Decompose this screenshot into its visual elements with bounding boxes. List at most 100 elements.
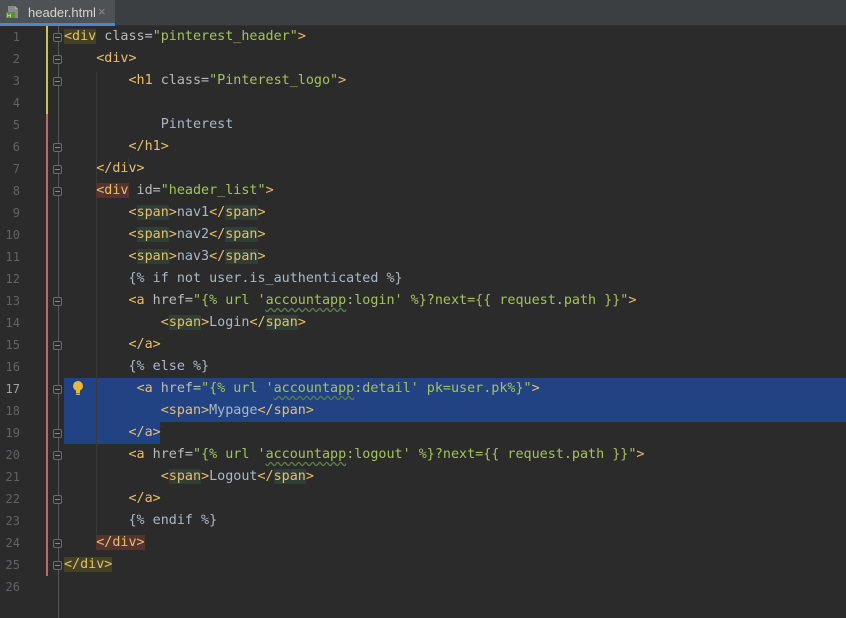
fold-toggle-icon[interactable] bbox=[53, 33, 62, 42]
fold-toggle-icon[interactable] bbox=[53, 429, 62, 438]
tab-header-html[interactable]: H header.html × bbox=[0, 0, 115, 26]
code-line[interactable]: 10 <span>nav2</span> bbox=[0, 224, 846, 246]
code-line[interactable]: 2 <div> bbox=[0, 48, 846, 70]
code-text: Pinterest bbox=[64, 114, 234, 136]
tab-close-icon[interactable]: × bbox=[98, 4, 106, 20]
code-token: > bbox=[168, 227, 177, 242]
line-number: 4 bbox=[12, 96, 20, 110]
code-token: </ bbox=[257, 469, 274, 484]
lightbulb-icon[interactable] bbox=[71, 380, 85, 396]
code-token: id= bbox=[128, 183, 161, 198]
fold-toggle-icon[interactable] bbox=[53, 297, 62, 306]
code-line[interactable]: 15 </a> bbox=[0, 334, 846, 356]
code-line[interactable]: 8 <div id="header_list"> bbox=[0, 180, 846, 202]
code-text: </div> bbox=[64, 554, 113, 576]
code-token: span bbox=[136, 205, 169, 220]
code-line[interactable]: 1 <div class="pinterest_header"> bbox=[0, 26, 846, 48]
code-token: > bbox=[257, 249, 266, 264]
fold-toggle-icon[interactable] bbox=[53, 561, 62, 570]
code-line[interactable]: 9 <span>nav1</span> bbox=[0, 202, 846, 224]
code-token: Mypage bbox=[209, 403, 258, 418]
code-token: nav3 bbox=[176, 249, 210, 264]
code-token: > bbox=[338, 73, 347, 88]
code-token: < bbox=[128, 205, 137, 220]
line-number: 6 bbox=[12, 140, 20, 154]
code-line[interactable]: 20 <a href="{% url 'accountapp:logout' %… bbox=[0, 444, 846, 466]
code-line[interactable]: 5 Pinterest bbox=[0, 114, 846, 136]
fold-toggle-icon[interactable] bbox=[53, 341, 62, 350]
line-number: 17 bbox=[5, 382, 20, 396]
code-token: span bbox=[168, 315, 202, 330]
code-token: "{% url ' bbox=[193, 447, 266, 462]
code-line[interactable]: 18 <span>Mypage</span> bbox=[0, 400, 846, 422]
line-number: 26 bbox=[5, 580, 20, 594]
code-text: </a> bbox=[64, 422, 161, 444]
code-line[interactable]: 24 </div> bbox=[0, 532, 846, 554]
line-number: 22 bbox=[5, 492, 20, 506]
fold-toggle-icon[interactable] bbox=[53, 539, 62, 548]
code-token: </div> bbox=[96, 535, 145, 550]
code-line[interactable]: 3 <h1 class="Pinterest_logo"> bbox=[0, 70, 846, 92]
fold-toggle-icon[interactable] bbox=[53, 55, 62, 64]
code-token: <a bbox=[136, 381, 153, 396]
code-token: </div> bbox=[96, 161, 145, 176]
fold-toggle-icon[interactable] bbox=[53, 77, 62, 86]
code-token: span bbox=[225, 227, 258, 242]
code-line[interactable]: 25 </div> bbox=[0, 554, 846, 576]
code-line[interactable]: 22 </a> bbox=[0, 488, 846, 510]
code-token: {% if not user.is_authenticated %} bbox=[128, 271, 403, 286]
code-token: class= bbox=[96, 29, 153, 44]
code-token: </a> bbox=[128, 491, 161, 506]
code-token: "{% url ' bbox=[201, 381, 274, 396]
code-token: </ bbox=[249, 315, 266, 330]
fold-toggle-icon[interactable] bbox=[53, 385, 62, 394]
code-token: > bbox=[201, 469, 210, 484]
fold-toggle-icon[interactable] bbox=[53, 187, 62, 196]
code-line[interactable]: 16 {% else %} bbox=[0, 356, 846, 378]
code-line[interactable]: 7 </div> bbox=[0, 158, 846, 180]
code-editor[interactable]: 1 <div class="pinterest_header"> 2 <div> 3 … bbox=[0, 26, 846, 618]
code-line[interactable]: 13 <a href="{% url 'accountapp:login' %}… bbox=[0, 290, 846, 312]
fold-toggle-icon[interactable] bbox=[53, 143, 62, 152]
code-token: Logout bbox=[209, 469, 258, 484]
code-line[interactable]: 6 </h1> bbox=[0, 136, 846, 158]
code-line[interactable]: 11 <span>nav3</span> bbox=[0, 246, 846, 268]
code-line[interactable]: 12 {% if not user.is_authenticated %} bbox=[0, 268, 846, 290]
code-token: <a bbox=[128, 447, 145, 462]
html-file-icon: H bbox=[6, 6, 18, 19]
code-text: <span>nav2</span> bbox=[64, 224, 266, 246]
code-token: span bbox=[168, 469, 202, 484]
code-token: </div> bbox=[64, 557, 113, 572]
code-text: <h1 class="Pinterest_logo"> bbox=[64, 70, 347, 92]
code-token: span bbox=[225, 205, 258, 220]
code-token: href= bbox=[144, 447, 193, 462]
fold-toggle-icon[interactable] bbox=[53, 495, 62, 504]
code-line[interactable]: 4 bbox=[0, 92, 846, 114]
code-token: {% else %} bbox=[128, 359, 210, 374]
code-line[interactable]: 26 bbox=[0, 576, 846, 598]
code-token: nav2 bbox=[176, 227, 210, 242]
code-token: span bbox=[265, 315, 298, 330]
code-text: </div> bbox=[64, 532, 145, 554]
code-line[interactable]: 21 <span>Logout</span> bbox=[0, 466, 846, 488]
fold-toggle-icon[interactable] bbox=[53, 451, 62, 460]
code-line[interactable]: 19 </a> bbox=[0, 422, 846, 444]
code-line[interactable]: 17 <a href="{% url 'accountapp:detail' p… bbox=[0, 378, 846, 400]
line-number: 20 bbox=[5, 448, 20, 462]
code-line[interactable]: 14 <span>Login</span> bbox=[0, 312, 846, 334]
code-token: </h1> bbox=[128, 139, 169, 154]
fold-toggle-icon[interactable] bbox=[53, 165, 62, 174]
code-token: class= bbox=[152, 73, 210, 88]
code-line[interactable]: 23 {% endif %} bbox=[0, 510, 846, 532]
code-text: </div> bbox=[64, 158, 145, 180]
code-token: </ bbox=[209, 227, 226, 242]
code-token: > bbox=[168, 249, 177, 264]
code-text: {% if not user.is_authenticated %} bbox=[64, 268, 403, 290]
